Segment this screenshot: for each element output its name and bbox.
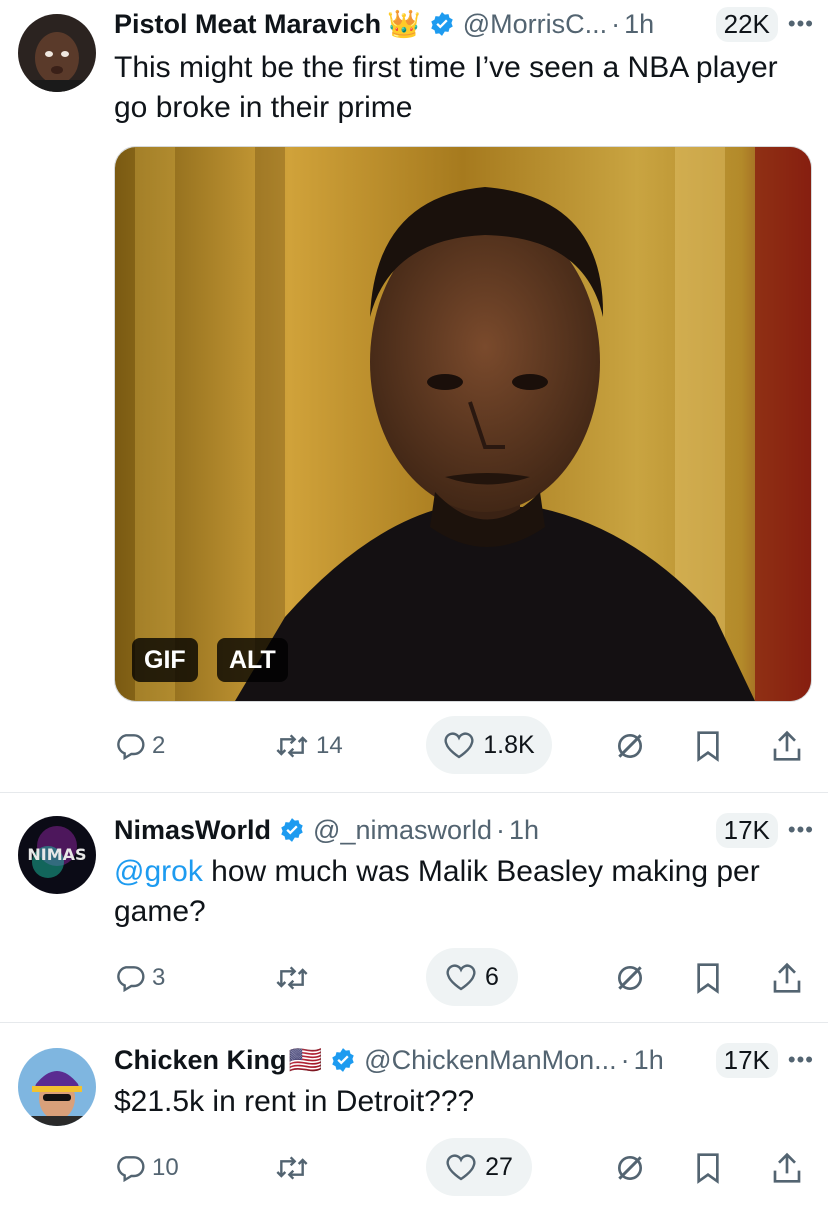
- alt-badge[interactable]: ALT: [217, 638, 288, 682]
- reply-button[interactable]: 10: [114, 1138, 179, 1198]
- crown-emoji: 👑: [387, 9, 421, 39]
- tweet-actions: 2 14 1.8K: [114, 716, 814, 776]
- bookmark-button[interactable]: [694, 1138, 722, 1198]
- views-count[interactable]: 17K: [715, 1042, 778, 1078]
- grok-icon: [618, 734, 642, 758]
- bookmark-button[interactable]: [694, 716, 722, 776]
- display-name[interactable]: NimasWorld: [114, 815, 271, 846]
- share-button[interactable]: [772, 716, 802, 776]
- tweet-actions: 3 6: [114, 948, 814, 1008]
- gif-badge[interactable]: GIF: [132, 638, 198, 682]
- timestamp[interactable]: 1h: [624, 9, 654, 40]
- separator: ·: [496, 814, 505, 845]
- grok-icon: [618, 1156, 642, 1180]
- reply-button[interactable]: 3: [114, 948, 165, 1008]
- verified-icon: [279, 817, 305, 843]
- reply-count: 10: [152, 1154, 179, 1181]
- like-button[interactable]: 27: [426, 1138, 532, 1196]
- grok-icon: [618, 966, 642, 990]
- reply-icon: [117, 1156, 145, 1183]
- share-icon: [773, 962, 801, 993]
- tweet[interactable]: NIMAS NimasWorld @_nimasworld · 1h 17K •…: [0, 794, 828, 1023]
- repost-icon: [276, 966, 308, 990]
- views-count[interactable]: 22K: [715, 6, 778, 42]
- tweet-header: Chicken King 🇺🇸 @ChickenManMon... · 1h 1…: [114, 1040, 814, 1080]
- tweet-text: @grok how much was Malik Beasley making …: [114, 852, 798, 932]
- heart-icon: [446, 964, 476, 991]
- timestamp[interactable]: 1h: [634, 1045, 664, 1076]
- reply-button[interactable]: 2: [114, 716, 165, 776]
- repost-icon: [276, 734, 308, 758]
- verified-icon: [330, 1047, 356, 1073]
- heart-icon: [446, 1154, 476, 1181]
- reply-count: 2: [152, 732, 166, 759]
- handle[interactable]: @_nimasworld: [313, 815, 492, 846]
- svg-text:NIMAS: NIMAS: [27, 845, 86, 864]
- more-icon[interactable]: •••: [788, 817, 814, 843]
- avatar[interactable]: NIMAS: [18, 816, 96, 894]
- verified-icon: [429, 11, 455, 37]
- repost-button[interactable]: [274, 1138, 310, 1198]
- reply-icon: [117, 966, 145, 993]
- tweet-actions: 10 27: [114, 1138, 814, 1198]
- tweet-header: Pistol Meat Maravich 👑 @MorrisC... · 1h …: [114, 4, 814, 44]
- mention-link[interactable]: @grok: [114, 855, 203, 888]
- more-icon[interactable]: •••: [788, 1047, 814, 1073]
- separator: ·: [620, 1044, 630, 1075]
- tweet-header: NimasWorld @_nimasworld · 1h 17K •••: [114, 810, 814, 850]
- like-button[interactable]: 6: [426, 948, 518, 1006]
- heart-icon: [444, 732, 474, 759]
- repost-button[interactable]: 14: [274, 716, 343, 776]
- like-count: 1.8K: [483, 730, 535, 759]
- bookmark-icon: [697, 731, 719, 762]
- tweet-text: $21.5k in rent in Detroit???: [114, 1085, 475, 1118]
- timestamp[interactable]: 1h: [509, 815, 539, 846]
- separator: ·: [611, 8, 621, 39]
- avatar[interactable]: [18, 1048, 96, 1126]
- flag-emoji: 🇺🇸: [288, 1045, 323, 1075]
- handle[interactable]: @ChickenManMon...: [364, 1045, 617, 1076]
- tweet-media-gif[interactable]: [114, 146, 812, 702]
- views-count[interactable]: 17K: [715, 812, 778, 848]
- display-name[interactable]: Pistol Meat Maravich: [114, 9, 381, 40]
- share-button[interactable]: [772, 948, 802, 1008]
- share-icon: [773, 1152, 801, 1183]
- tweet-text: This might be the first time I’ve seen a…: [114, 51, 778, 124]
- bookmark-button[interactable]: [694, 948, 722, 1008]
- like-count: 27: [485, 1152, 513, 1181]
- grok-button[interactable]: [614, 948, 646, 1008]
- tweet[interactable]: Pistol Meat Maravich 👑 @MorrisC... · 1h …: [0, 0, 828, 793]
- reply-icon: [117, 734, 145, 761]
- grok-button[interactable]: [614, 1138, 646, 1198]
- share-icon: [773, 730, 801, 761]
- avatar[interactable]: [18, 14, 96, 92]
- handle[interactable]: @MorrisC...: [463, 9, 607, 40]
- like-count: 6: [485, 962, 499, 991]
- divider: [0, 792, 828, 793]
- repost-button[interactable]: [274, 948, 310, 1008]
- grok-button[interactable]: [614, 716, 646, 776]
- reply-count: 3: [152, 964, 166, 991]
- tweet[interactable]: Chicken King 🇺🇸 @ChickenManMon... · 1h 1…: [0, 1024, 828, 1213]
- repost-icon: [276, 1156, 308, 1180]
- bookmark-icon: [697, 1153, 719, 1184]
- divider: [0, 1022, 828, 1023]
- bookmark-icon: [697, 963, 719, 994]
- more-icon[interactable]: •••: [788, 11, 814, 37]
- tweet-text-body: how much was Malik Beasley making per ga…: [114, 855, 760, 928]
- display-name[interactable]: Chicken King: [114, 1045, 287, 1076]
- repost-count: 14: [316, 732, 343, 759]
- like-button[interactable]: 1.8K: [426, 716, 552, 774]
- share-button[interactable]: [772, 1138, 802, 1198]
